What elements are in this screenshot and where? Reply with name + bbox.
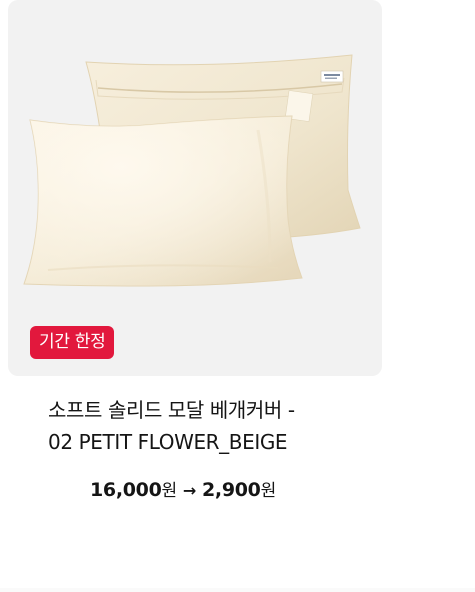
original-price: 16,000	[90, 479, 162, 501]
sale-price: 2,900	[201, 479, 261, 501]
sale-price-currency: 원	[260, 481, 277, 501]
product-card[interactable]: 기간 한정 소프트 솔리드 모달 베개커버 - 02 PETIT FLOWER_…	[0, 0, 384, 560]
product-title-line-2: 02 PETIT FLOWER_BEIGE	[48, 430, 288, 454]
price-row: 16,000원 → 2,900원	[90, 476, 276, 501]
pillow-illustration	[23, 54, 361, 287]
arrow-right-icon: →	[182, 481, 196, 500]
page-background	[384, 0, 475, 592]
care-label	[320, 70, 344, 83]
product-title[interactable]: 소프트 솔리드 모달 베개커버 - 02 PETIT FLOWER_BEIGE	[48, 394, 368, 458]
product-title-line-1: 소프트 솔리드 모달 베개커버 -	[48, 398, 295, 422]
limited-time-badge: 기간 한정	[30, 326, 115, 359]
product-image[interactable]: 기간 한정	[8, 0, 382, 376]
bottom-divider	[0, 588, 475, 592]
original-price-currency: 원	[161, 481, 178, 501]
